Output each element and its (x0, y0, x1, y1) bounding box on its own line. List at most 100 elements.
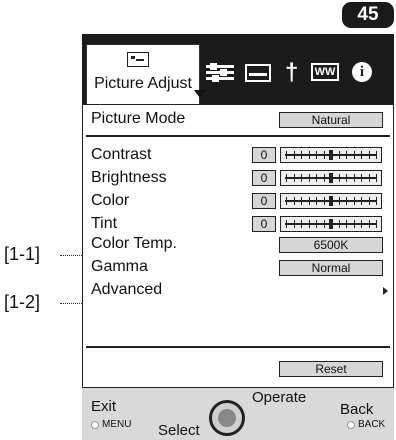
slider-tick (316, 174, 317, 182)
slider-tick (286, 174, 287, 182)
back-key-label: BACK (358, 419, 386, 430)
picture-mode-value[interactable]: Natural (279, 112, 383, 128)
page-number-badge: 45 (342, 2, 394, 28)
slider-tick (301, 220, 302, 228)
tab-picture-adjust-label: Picture Adjust (94, 75, 192, 92)
menu-button-dot-icon (91, 421, 99, 429)
operate-dial-icon (209, 400, 245, 436)
slider-tick (376, 174, 377, 182)
brightness-label: Brightness (91, 169, 167, 186)
brightness-value: 0 (252, 170, 276, 186)
select-label: Select (158, 422, 200, 439)
slider-tick (338, 197, 340, 205)
ww-icon[interactable]: WW (311, 63, 339, 81)
slider-tick (361, 197, 362, 205)
advanced-arrow-icon (383, 287, 388, 295)
tab-pointer-icon (194, 90, 206, 98)
slider-tick (316, 197, 317, 205)
slider-tick (346, 220, 347, 228)
slider-tick (286, 151, 287, 159)
slider-tick (338, 220, 340, 228)
tint-slider[interactable] (280, 216, 382, 232)
slider-tick (293, 151, 295, 159)
slider-tick (286, 220, 287, 228)
reset-button[interactable]: Reset (279, 361, 383, 377)
tint-value: 0 (252, 216, 276, 232)
color-label: Color (91, 192, 130, 209)
slider-tick (316, 151, 317, 159)
slider-tick (361, 220, 362, 228)
slider-tick (353, 197, 355, 205)
slider-tick (323, 174, 325, 182)
divider-bottom (86, 346, 390, 348)
callout-1-2: [1-2] (4, 292, 41, 312)
slider-tick (316, 220, 317, 228)
back-label: Back (340, 401, 374, 418)
exit-label: Exit (91, 398, 117, 415)
slider-tick (301, 197, 302, 205)
contrast-slider[interactable] (280, 147, 382, 163)
info-icon[interactable]: i (352, 62, 372, 82)
picture-adjust-menu: Picture Adjust † WW i Picture Mode Natur… (82, 34, 394, 440)
slider-tick (286, 197, 287, 205)
tab-picture-adjust[interactable]: Picture Adjust (86, 44, 200, 104)
slider-tick (308, 197, 310, 205)
slider-tick (308, 151, 310, 159)
slider-knob[interactable] (329, 173, 333, 183)
slider-tick (301, 151, 302, 159)
slider-tick (368, 151, 370, 159)
slider-knob[interactable] (329, 150, 333, 160)
picture-mode-label: Picture Mode (91, 110, 186, 127)
slider-tick (338, 174, 340, 182)
gamma-label[interactable]: Gamma (91, 257, 148, 277)
advanced-label[interactable]: Advanced (91, 280, 162, 300)
slider-tick (376, 197, 377, 205)
slider-tick (368, 197, 370, 205)
slider-tick (353, 174, 355, 182)
slider-tick (353, 220, 355, 228)
color-temp-label[interactable]: Color Temp. (91, 234, 177, 254)
back-button-dot-icon (347, 421, 355, 429)
menu-tab-bar: Picture Adjust † WW i (82, 34, 394, 104)
slider-tick (376, 220, 377, 228)
slider-knob[interactable] (329, 196, 333, 206)
slider-tick (323, 151, 325, 159)
callout-1-1: [1-1] (4, 244, 41, 264)
settings-panel: Picture Mode Natural Contrast 0 Brightne… (82, 104, 394, 388)
menu-key-label: MENU (102, 419, 132, 430)
slider-tick (368, 220, 370, 228)
wrench-icon[interactable]: † (285, 61, 299, 85)
slider-tick (323, 220, 325, 228)
slider-tick (323, 197, 325, 205)
slider-tick (361, 174, 362, 182)
color-temp-value[interactable]: 6500K (279, 237, 383, 253)
slider-tick (293, 220, 295, 228)
slider-tick (368, 174, 370, 182)
slider-tick (376, 151, 377, 159)
contrast-value: 0 (252, 147, 276, 163)
sliders-icon[interactable] (206, 62, 234, 84)
slider-tick (293, 174, 295, 182)
slider-tick (353, 151, 355, 159)
color-slider[interactable] (280, 193, 382, 209)
menu-footer: Exit MENU Select Operate Back BACK (82, 388, 394, 440)
slider-tick (308, 220, 310, 228)
operate-label: Operate (252, 389, 307, 406)
contrast-label: Contrast (91, 146, 152, 163)
slider-tick (346, 197, 347, 205)
slider-tick (361, 151, 362, 159)
screen-icon[interactable] (245, 64, 271, 82)
slider-tick (308, 174, 310, 182)
gamma-value[interactable]: Normal (279, 260, 383, 276)
slider-knob[interactable] (329, 219, 333, 229)
divider-top (86, 135, 390, 137)
slider-tick (301, 174, 302, 182)
picture-adjust-icon (127, 52, 149, 67)
slider-tick (346, 174, 347, 182)
color-value: 0 (252, 193, 276, 209)
slider-tick (346, 151, 347, 159)
tint-label: Tint (91, 215, 118, 232)
slider-tick (338, 151, 340, 159)
brightness-slider[interactable] (280, 170, 382, 186)
slider-tick (293, 197, 295, 205)
